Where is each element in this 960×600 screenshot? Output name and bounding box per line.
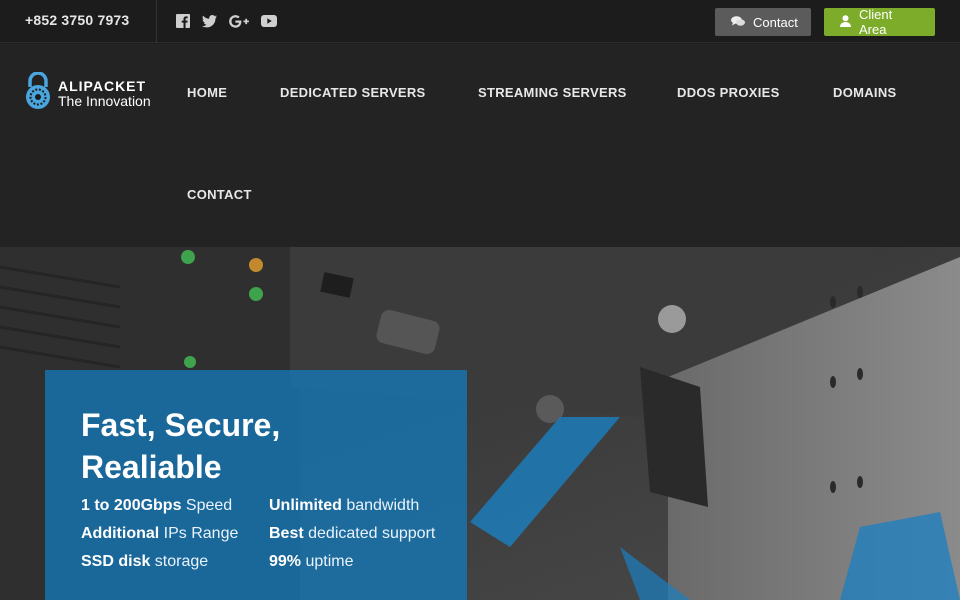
brand-name: ALIPACKET — [58, 77, 147, 94]
feature-item: Additional IPs Range — [81, 525, 239, 542]
twitter-icon[interactable] — [202, 13, 217, 29]
brand-tagline: The Innovation — [58, 92, 151, 109]
facebook-icon[interactable] — [176, 13, 190, 29]
feature-list: 1 to 200Gbps Speed Additional IPs Range … — [81, 492, 449, 576]
feature-column-2: Unlimited bandwidth Best dedicated suppo… — [269, 492, 449, 576]
nav-item-ddos-proxies[interactable]: DDOS PROXIES — [677, 85, 780, 100]
nav-item-home[interactable]: HOME — [187, 85, 227, 100]
feature-item: 1 to 200Gbps Speed — [81, 497, 233, 514]
social-links — [176, 13, 277, 29]
google-plus-icon[interactable] — [229, 13, 249, 29]
client-area-label: Client Area — [859, 7, 893, 37]
feature-item: Best dedicated support — [269, 525, 436, 542]
nav-item-streaming-servers[interactable]: STREAMING SERVERS — [478, 85, 627, 100]
nav-item-domains[interactable]: DOMAINS — [833, 85, 897, 100]
logo-text: ALIPACKET The Innovation — [58, 79, 151, 109]
divider — [156, 0, 157, 43]
feature-item: SSD disk storage — [81, 553, 209, 570]
youtube-icon[interactable] — [261, 13, 277, 29]
contact-button[interactable]: Contact — [715, 8, 811, 36]
user-icon — [840, 14, 851, 30]
nav-item-dedicated-servers[interactable]: DEDICATED SERVERS — [280, 85, 425, 100]
top-bar: +852 3750 7973 Contact Client Area — [0, 0, 960, 43]
hero-section: Fast, Secure, Realiable 1 to 200Gbps Spe… — [0, 247, 960, 600]
site-header: ALIPACKET The Innovation HOME DEDICATED … — [0, 44, 960, 247]
logo[interactable]: ALIPACKET The Innovation — [24, 71, 151, 115]
nav-item-contact[interactable]: CONTACT — [187, 187, 252, 202]
hero-feature-card: Fast, Secure, Realiable 1 to 200Gbps Spe… — [45, 370, 467, 600]
feature-column-1: 1 to 200Gbps Speed Additional IPs Range … — [81, 492, 269, 576]
padlock-logo-icon — [24, 71, 52, 115]
client-area-button[interactable]: Client Area — [824, 7, 935, 37]
feature-item: Unlimited bandwidth — [269, 497, 420, 514]
phone-number[interactable]: +852 3750 7973 — [25, 12, 129, 28]
feature-item: 99% uptime — [269, 553, 354, 570]
hero-title: Fast, Secure, Realiable — [81, 407, 281, 485]
contact-label: Contact — [753, 14, 798, 30]
chat-icon — [731, 15, 745, 30]
